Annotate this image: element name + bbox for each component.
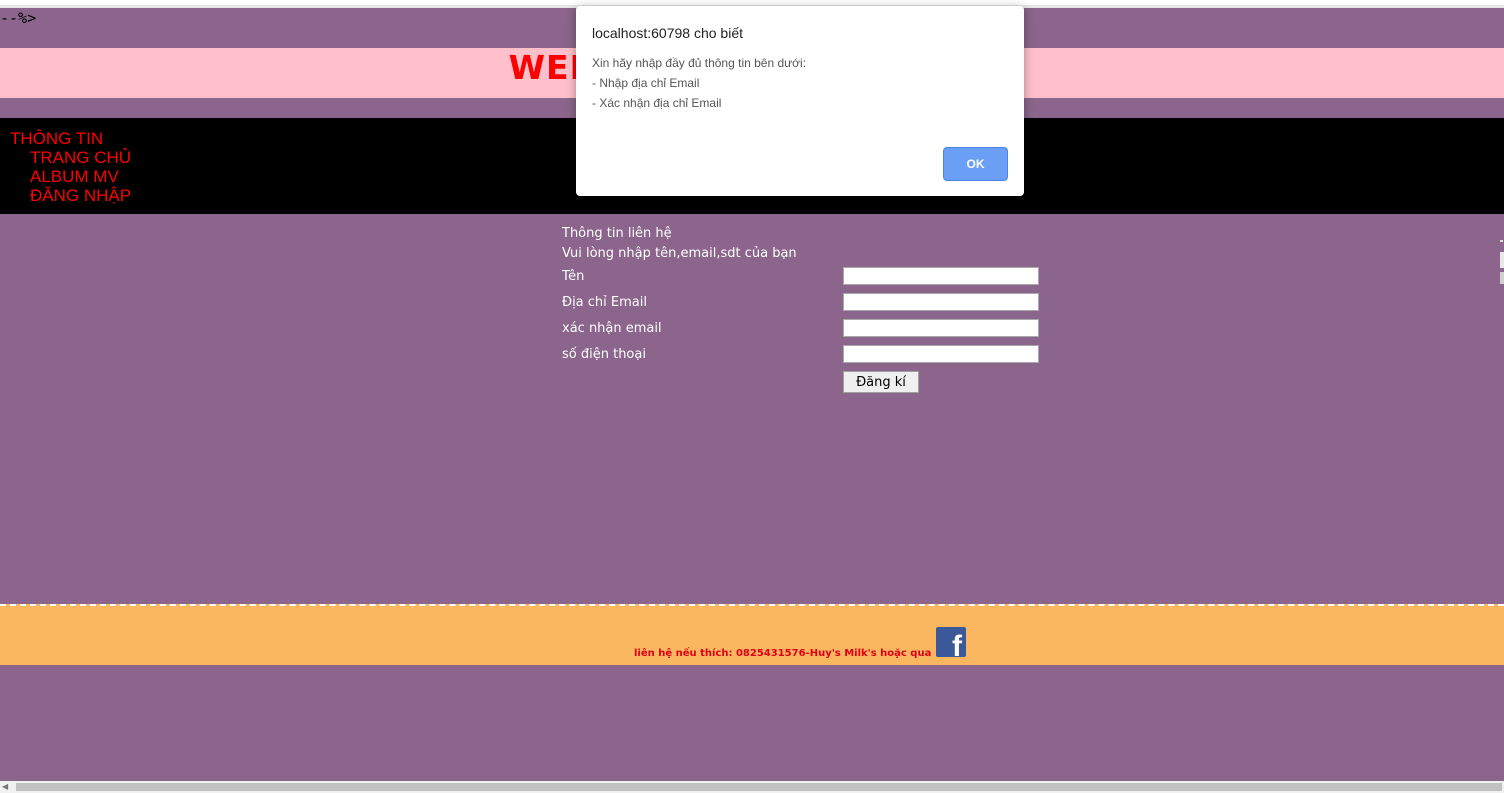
stray-markup-text: --%>: [0, 9, 37, 27]
nav-heading[interactable]: THÔNG TIN: [10, 129, 103, 149]
nav-item-login[interactable]: ĐĂNG NHẬP: [30, 186, 131, 205]
form-subheading: Vui lòng nhập tên,email,sdt của bạn: [562, 246, 797, 261]
dialog-title: localhost:60798 cho biết: [592, 25, 743, 41]
dialog-message-line: - Xác nhận địa chỉ Email: [592, 96, 722, 110]
confirm-email-label: xác nhận email: [562, 321, 662, 336]
horizontal-scrollbar[interactable]: ◀: [0, 781, 1504, 793]
dialog-message-line: Xin hãy nhập đầy đủ thông tin bên dưới:: [592, 56, 807, 70]
right-edge-widget: [1500, 236, 1504, 286]
register-button[interactable]: Đăng kí: [843, 371, 919, 393]
dialog-message-line: - Nhập địa chỉ Email: [592, 76, 700, 90]
dialog-ok-button[interactable]: OK: [943, 147, 1008, 181]
nav-item-album-mv[interactable]: ALBUM MV: [30, 167, 131, 186]
right-edge-fragment-3: [1500, 272, 1504, 284]
alert-dialog: localhost:60798 cho biết Xin hãy nhập đầ…: [576, 6, 1024, 196]
footer-contact-text: liên hệ nếu thích: 0825431576-Huy's Milk…: [634, 648, 932, 659]
facebook-icon[interactable]: f: [936, 627, 966, 657]
footer: liên hệ nếu thích: 0825431576-Huy's Milk…: [0, 604, 1504, 665]
nav-list: TRANG CHỦ ALBUM MV ĐĂNG NHẬP: [30, 148, 131, 205]
scrollbar-thumb[interactable]: [16, 783, 1502, 791]
name-input[interactable]: [843, 267, 1039, 285]
email-label: Địa chỉ Email: [562, 295, 647, 310]
phone-label: số điện thoại: [562, 347, 646, 362]
facebook-glyph: f: [952, 630, 962, 658]
scroll-left-arrow-icon[interactable]: ◀: [2, 782, 12, 792]
right-edge-fragment-1: [1500, 240, 1503, 242]
phone-input[interactable]: [843, 345, 1039, 363]
form-heading: Thông tin liên hệ: [562, 226, 672, 241]
right-edge-fragment-2: [1500, 252, 1504, 268]
email-input[interactable]: [843, 293, 1039, 311]
nav-item-home[interactable]: TRANG CHỦ: [30, 148, 131, 167]
name-label: Tên: [562, 269, 585, 284]
confirm-email-input[interactable]: [843, 319, 1039, 337]
